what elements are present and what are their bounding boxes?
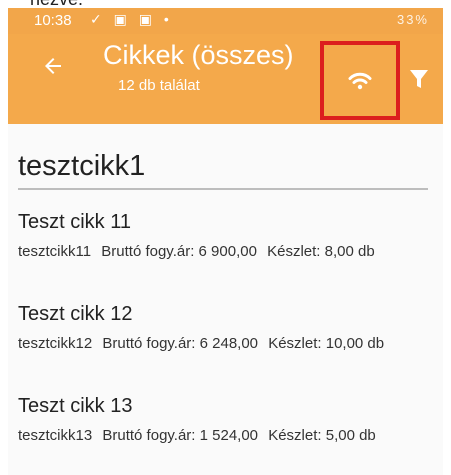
- filter-icon: [410, 70, 428, 88]
- app-bar: Cikkek (összes) 12 db találat: [8, 34, 443, 124]
- item-price: Bruttó fogy.ár: 6 900,00: [101, 243, 257, 260]
- list-item[interactable]: Teszt cikk 12 tesztcikk12 Bruttó fogy.ár…: [8, 295, 443, 387]
- wifi-button[interactable]: [320, 41, 400, 120]
- status-time: 10:38: [34, 12, 72, 29]
- list-item[interactable]: Teszt cikk 11 tesztcikk11 Bruttó fogy.ár…: [8, 203, 443, 295]
- notification-icons: ✓ ▣ ▣ •: [90, 11, 173, 27]
- item-code: tesztcikk13: [18, 427, 93, 444]
- back-button[interactable]: [38, 54, 68, 84]
- result-count: 12 db találat: [118, 77, 200, 94]
- item-stock: Készlet: 5,00 db: [268, 427, 376, 444]
- item-stock: Készlet: 10,00 db: [268, 335, 385, 352]
- item-title: Teszt cikk 12: [18, 303, 133, 325]
- item-price: Bruttó fogy.ár: 6 248,00: [102, 335, 259, 352]
- page-title: Cikkek (összes): [103, 40, 294, 70]
- item-price: Bruttó fogy.ár: 1 524,00: [102, 427, 259, 444]
- item-stock: Készlet: 8,00 db: [267, 243, 375, 260]
- item-code: tesztcikk11: [18, 243, 92, 260]
- cropped-caption: nézve.: [30, 0, 83, 8]
- item-code: tesztcikk12: [18, 335, 93, 352]
- item-details: tesztcikk12 Bruttó fogy.ár: 6 248,00 Kés…: [18, 333, 433, 355]
- item-details: tesztcikk11 Bruttó fogy.ár: 6 900,00 Kés…: [18, 241, 433, 263]
- top-cropped-text: nézve.: [0, 0, 451, 8]
- filter-button[interactable]: [408, 68, 430, 90]
- item-details: tesztcikk13 Bruttó fogy.ár: 1 524,00 Kés…: [18, 425, 433, 447]
- item-title: Teszt cikk 11: [18, 211, 131, 233]
- item-title: Teszt cikk 13: [18, 395, 133, 417]
- search-field[interactable]: [18, 142, 428, 190]
- result-list: Teszt cikk 11 tesztcikk11 Bruttó fogy.ár…: [8, 203, 443, 475]
- wifi-icon: [348, 72, 372, 90]
- status-bar: 10:38 ✓ ▣ ▣ • 33%: [8, 8, 443, 34]
- list-item[interactable]: Teszt cikk 13 tesztcikk13 Bruttó fogy.ár…: [8, 387, 443, 475]
- search-input[interactable]: [18, 148, 428, 184]
- battery-percent: 33%: [396, 12, 429, 27]
- arrow-left-icon: [45, 58, 61, 74]
- phone-screen: 10:38 ✓ ▣ ▣ • 33% Cikkek (összes) 12 db …: [8, 8, 443, 475]
